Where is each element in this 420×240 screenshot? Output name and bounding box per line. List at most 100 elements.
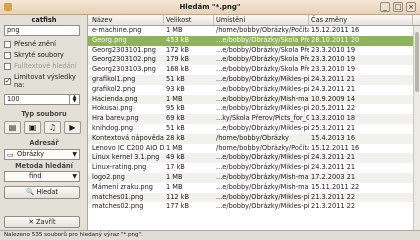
cell-size: 177 kB bbox=[166, 202, 190, 211]
close-icon: ✕ bbox=[28, 218, 34, 226]
table-row[interactable]: Georg2303103.png 168 kB ...e/bobby/Obrázky… bbox=[88, 65, 420, 75]
cell-time: 21.3.2011 22 bbox=[311, 192, 356, 201]
cell-size: 1 MB bbox=[166, 182, 183, 191]
cell-location: ...e/bobby/Obrázky/Mish-mash bbox=[216, 172, 309, 181]
table-row[interactable]: Linux-rating.png 17 kB ...e/bobby/Obrázky/… bbox=[88, 163, 420, 173]
table-row[interactable]: e-machine.png 1 MB/home/bobby/Obrázky/Poč… bbox=[88, 26, 420, 36]
search-button[interactable]: 🔍 Hledat bbox=[4, 186, 80, 199]
cell-size: 112 kB bbox=[166, 192, 190, 201]
cell-location: ...e/bobby/Obrázky/Škola Přerov/Bob Ko bbox=[216, 45, 309, 54]
cell-size: 179 kB bbox=[166, 55, 190, 64]
table-row[interactable]: Georg2303101.png 172 kB ...e/bobby/Obrázky… bbox=[88, 46, 420, 56]
cell-location: ...e/bobby/Obrázky/Škola Přerov/Bob Ko bbox=[216, 65, 309, 74]
cell-size: 93 kB bbox=[166, 84, 185, 93]
cell-name: knihdog.png bbox=[92, 123, 134, 132]
column-header-location[interactable]: Umístění bbox=[214, 15, 309, 25]
maximize-button[interactable]: □ bbox=[393, 2, 403, 12]
table-row[interactable]: Kontextová nápověda_035.png28 kB/home/bo… bbox=[88, 133, 420, 144]
cell-location: /home/bobby/Obrázky/Počítače bbox=[216, 26, 309, 34]
table-row[interactable]: Hacienda.png 1 MB ...e/bobby/Obrázky/Mish-… bbox=[88, 94, 420, 105]
close-button[interactable]: ✕ Zavřít bbox=[4, 216, 80, 228]
table-row[interactable]: matches02.png 177 kB ...e/bobby/Obrázky/Mi… bbox=[88, 202, 420, 212]
table-row[interactable]: Georg.png 453 kB ...e/bobby/Obrázky/Škola … bbox=[88, 35, 420, 46]
close-window-button[interactable]: × bbox=[406, 2, 416, 12]
window-title: Hledám "*.png" bbox=[179, 3, 241, 11]
cell-size: 51 kB bbox=[166, 74, 185, 83]
cell-location: ...e/bobby/Obrázky/Mikles-pilsky bbox=[216, 202, 309, 211]
cell-size: 51 kB bbox=[166, 123, 185, 132]
table-row[interactable]: Linux kernel 3.1.png 49 kB ...e/bobby/Obrá… bbox=[88, 153, 420, 164]
image-icon[interactable]: ▣ bbox=[24, 121, 41, 134]
app-title: catfish bbox=[31, 16, 57, 24]
limit-value: 100 bbox=[7, 95, 20, 103]
vertical-scrollbar[interactable] bbox=[413, 26, 420, 230]
folder-value: Obrázky bbox=[17, 150, 45, 158]
cell-size: 1 MB bbox=[166, 26, 183, 34]
cell-size: 69 kB bbox=[166, 114, 185, 123]
table-row[interactable]: matches01.png 112 kB ...e/bobby/Obrázky/Mi… bbox=[88, 192, 420, 203]
cell-location: ...e/bobby/Obrázky/Mikles-pilsky bbox=[216, 192, 309, 201]
music-icon[interactable]: ♫ bbox=[44, 121, 61, 134]
exact-match-checkbox[interactable]: Přesné znění bbox=[4, 40, 56, 48]
hidden-files-checkbox[interactable]: Skryté soubory bbox=[4, 51, 64, 59]
limit-results-label: Limitovat výsledky na: bbox=[14, 73, 76, 89]
table-row[interactable]: grafikol2.png 93 kB ...e/bobby/Obrázky/Mik… bbox=[88, 85, 420, 95]
column-header-size[interactable]: Velikost bbox=[164, 15, 214, 25]
table-row[interactable]: knihdog.png 51 kB ...e/bobby/Obrázky/Mikle… bbox=[88, 124, 420, 134]
cell-time: 15.12.2011 16 bbox=[311, 143, 360, 152]
method-label: Metoda hledání bbox=[15, 162, 73, 170]
cell-location: ...e/bobby/Obrázky/Mikles-pilsky bbox=[216, 104, 309, 113]
limit-spinbox[interactable]: 100 ▲ ▼ bbox=[4, 94, 80, 105]
table-row[interactable]: Lenovo IC C200 AIO D525.png1 MB/home/bob… bbox=[88, 144, 420, 154]
cell-size: 95 kB bbox=[166, 104, 185, 113]
cell-location: ...e/bobby/Obrázky/Škola Přerov bbox=[216, 35, 309, 44]
cell-location: ...e/bobby/Obrázky/Mikles-pilsky bbox=[216, 123, 309, 132]
cell-name: Georg2303102.png bbox=[92, 55, 156, 64]
cell-name: Lenovo IC C200 AIO D525.png bbox=[92, 143, 164, 152]
table-row[interactable]: Mámení zraku.png 1 MB ...e/bobby/Obrázky/M… bbox=[88, 183, 420, 193]
table-row[interactable]: grafikol1.png 51 kB ...e/bobby/Obrázky/Mik… bbox=[88, 74, 420, 85]
cell-name: logo2.png bbox=[92, 172, 125, 181]
cell-time: 24.3.2011 21 bbox=[311, 74, 356, 83]
cell-time: 15.12.2011 16 bbox=[311, 26, 360, 34]
file-type-label: Typ souboru bbox=[21, 110, 67, 118]
search-sidebar: catfish png Přesné znění Skryté soubory … bbox=[0, 15, 88, 230]
cell-size: 168 kB bbox=[166, 65, 190, 74]
cell-time: 24.3.2011 21 bbox=[311, 153, 356, 162]
cell-name: Georg.png bbox=[92, 35, 127, 44]
method-select[interactable]: find ▼ bbox=[4, 171, 80, 182]
table-row[interactable]: logo2.png 1 MB ...e/bobby/Obrázky/Mish-mas… bbox=[88, 172, 420, 183]
hidden-files-box[interactable] bbox=[4, 51, 11, 59]
minimize-button[interactable]: _ bbox=[380, 2, 390, 12]
cell-size: 1 MB bbox=[166, 172, 183, 181]
folder-label: Adresář bbox=[29, 139, 59, 147]
table-row[interactable]: Georg2303102.png 179 kB ...e/bobby/Obrázky… bbox=[88, 55, 420, 66]
column-header-time[interactable]: Čas změny bbox=[309, 15, 413, 25]
cell-name: grafikol1.png bbox=[92, 74, 136, 83]
search-input[interactable]: png bbox=[4, 25, 80, 36]
limit-results-checkbox[interactable]: Limitovat výsledky na: bbox=[4, 73, 87, 89]
limit-results-box[interactable] bbox=[4, 77, 11, 85]
results-list: Název Velikost Umístění Čas změny e-mach… bbox=[88, 15, 420, 230]
video-icon[interactable]: ▶ bbox=[64, 121, 81, 134]
cell-size: 453 kB bbox=[166, 35, 190, 44]
cell-time: 24.3.2011 21 bbox=[311, 84, 356, 93]
method-value: find bbox=[29, 172, 42, 180]
exact-match-box[interactable] bbox=[4, 40, 11, 48]
document-icon[interactable]: ▤ bbox=[4, 121, 21, 134]
table-row[interactable]: Hokusai.png 95 kB ...e/bobby/Obrázky/Mikle… bbox=[88, 104, 420, 114]
cell-name: Hokusai.png bbox=[92, 104, 133, 113]
cell-size: 172 kB bbox=[166, 45, 190, 54]
cell-name: Hacienda.png bbox=[92, 94, 138, 103]
cell-location: ...e/bobby/Obrázky/Mish-mash bbox=[216, 182, 309, 191]
column-header-name[interactable]: Název bbox=[88, 15, 164, 25]
cell-name: matches01.png bbox=[92, 192, 144, 201]
spin-arrows-icon[interactable]: ▲ ▼ bbox=[69, 95, 79, 104]
file-type-icons: ▤ ▣ ♫ ▶ bbox=[4, 121, 81, 134]
cell-time: 13.3.2010 18 bbox=[311, 114, 356, 123]
folder-select[interactable]: ▭ Obrázky ▼ bbox=[4, 149, 80, 160]
scrollbar-thumb[interactable] bbox=[415, 32, 419, 92]
search-button-label: Hledat bbox=[36, 188, 58, 196]
cell-time: 10.9.2009 14 bbox=[311, 94, 356, 103]
table-row[interactable]: Hra barev.png 69 kB ...ky/Škola Přerov/Pic… bbox=[88, 114, 420, 124]
